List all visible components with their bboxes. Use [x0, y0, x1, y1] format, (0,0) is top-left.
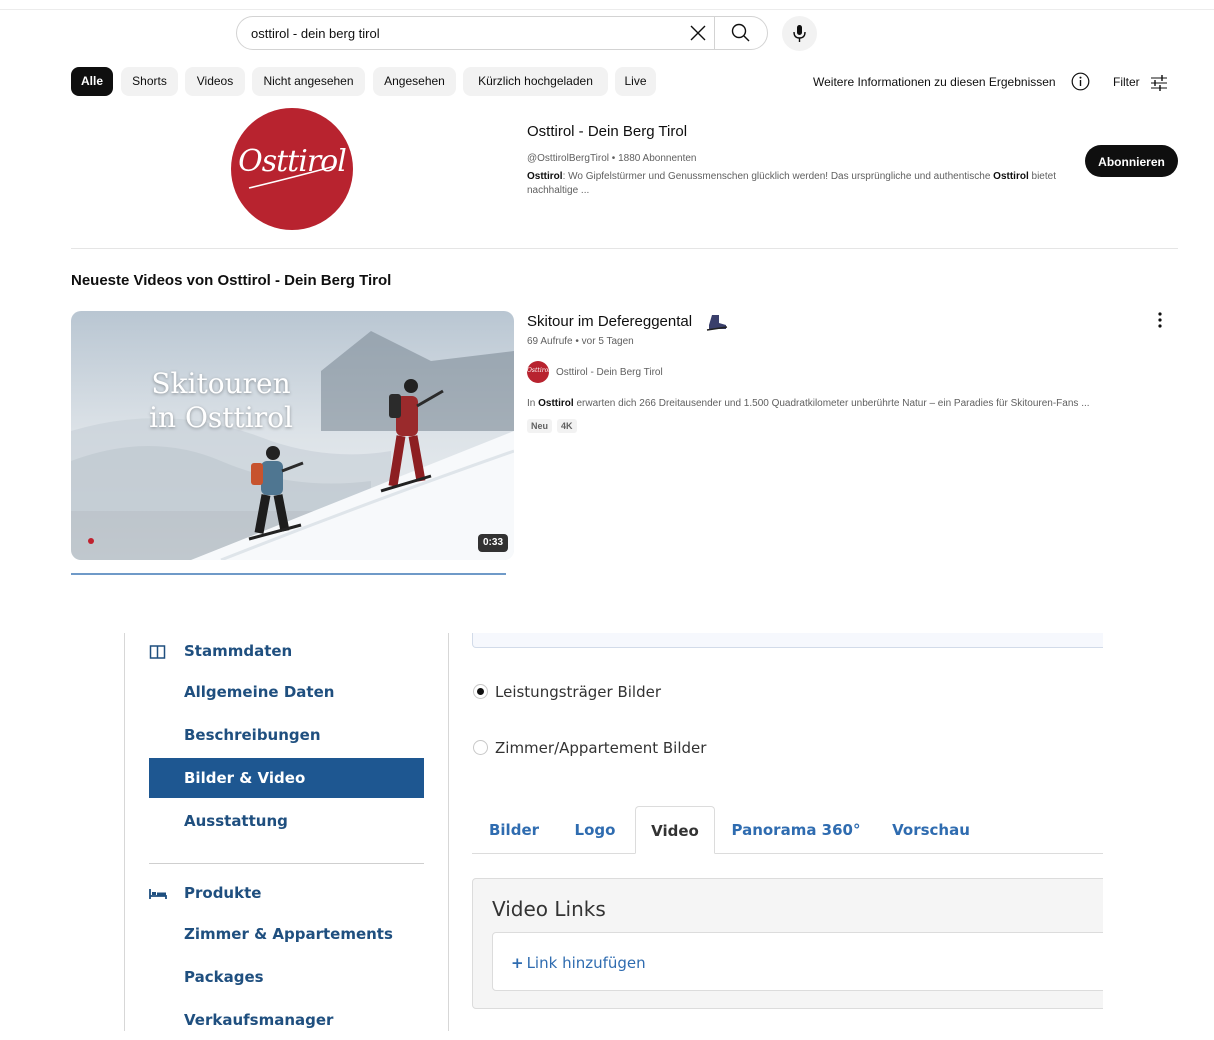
thumbnail-underline	[71, 573, 506, 575]
right-clip	[1103, 620, 1214, 1031]
radio-checked-icon[interactable]	[473, 684, 488, 699]
sidebar-item-packages[interactable]: Packages	[149, 957, 424, 997]
video-meta: 69 Aufrufe • vor 5 Tagen	[527, 336, 634, 347]
video-title[interactable]: Skitour im Defereggental	[527, 313, 692, 330]
chip-shorts[interactable]: Shorts	[121, 67, 178, 96]
video-thumbnail[interactable]: Skitouren in Osttirol	[71, 311, 514, 560]
sidebar-item-bilder-video[interactable]: Bilder & Video	[149, 758, 424, 798]
latest-videos-heading: Neueste Videos von Osttirol - Dein Berg …	[71, 272, 392, 289]
tab-panorama-360[interactable]: Panorama 360°	[726, 806, 866, 854]
chip-live[interactable]: Live	[615, 67, 656, 96]
channel-avatar[interactable]: Osttirol	[231, 108, 353, 230]
magnifier-icon[interactable]	[728, 20, 754, 46]
tab-video[interactable]: Video	[635, 806, 715, 854]
chip-kuerzlich-hochgeladen[interactable]: Kürzlich hochgeladen	[463, 67, 608, 96]
sliders-icon[interactable]	[1150, 73, 1168, 91]
channel-logo-text: Osttirol	[238, 144, 347, 179]
radio-unchecked-icon[interactable]	[473, 740, 488, 755]
chip-alle[interactable]: Alle	[71, 67, 113, 96]
section-divider	[71, 248, 1178, 249]
group-produkte: Produkte	[184, 884, 262, 902]
sidebar-border-right	[448, 633, 449, 1031]
columns-icon	[149, 644, 167, 660]
filter-button[interactable]: Filter	[1113, 75, 1140, 89]
sidebar-item-verkaufsmanager[interactable]: Verkaufsmanager	[149, 1000, 424, 1040]
chip-nicht-angesehen[interactable]: Nicht angesehen	[252, 67, 365, 96]
plus-icon: +	[511, 954, 524, 972]
chip-videos[interactable]: Videos	[185, 67, 245, 96]
sidebar-item-zimmer-appartements[interactable]: Zimmer & Appartements	[149, 914, 424, 954]
info-box	[472, 633, 1114, 648]
tab-vorschau[interactable]: Vorschau	[884, 806, 978, 854]
video-description: In Osttirol erwarten dich 266 Dreitausen…	[527, 398, 1090, 409]
badge-new: Neu	[527, 419, 553, 433]
sidebar-item-beschreibungen[interactable]: Beschreibungen	[149, 715, 424, 755]
channel-meta: @OsttirolBergTirol • 1880 Abonnenten	[527, 153, 697, 164]
video-links-title: Video Links	[492, 897, 606, 921]
top-divider	[0, 9, 1214, 10]
info-icon[interactable]	[1071, 72, 1090, 91]
more-info-link[interactable]: Weitere Informationen zu diesen Ergebnis…	[813, 75, 1056, 89]
tab-logo[interactable]: Logo	[562, 806, 628, 854]
bed-icon	[149, 886, 167, 902]
video-channel-avatar[interactable]: Osttirol	[527, 361, 550, 383]
sidebar-divider	[149, 863, 424, 864]
search-box[interactable]	[236, 16, 768, 50]
group-stammdaten: Stammdaten	[184, 642, 293, 660]
video-links-panel: Video Links + Link hinzufügen	[472, 878, 1117, 1009]
search-divider	[714, 17, 715, 49]
chip-angesehen[interactable]: Angesehen	[373, 67, 456, 96]
microphone-icon[interactable]	[782, 16, 817, 51]
thumbnail-caption: Skitouren in Osttirol	[149, 367, 293, 434]
channel-name[interactable]: Osttirol - Dein Berg Tirol	[527, 123, 687, 140]
tab-bilder[interactable]: Bilder	[478, 806, 550, 854]
subscribe-button[interactable]: Abonnieren	[1085, 145, 1178, 177]
badge-4k: 4K	[557, 419, 577, 433]
ski-boot-icon	[706, 313, 728, 331]
sidebar-border-left	[124, 633, 125, 1031]
more-actions-icon[interactable]	[1153, 311, 1167, 329]
search-input[interactable]	[251, 23, 671, 43]
close-icon[interactable]	[686, 21, 710, 45]
channel-description: Osttirol: Wo Gipfelstürmer und Genussmen…	[527, 171, 1056, 196]
add-link-button[interactable]: + Link hinzufügen	[511, 954, 646, 972]
video-channel-name[interactable]: Osttirol - Dein Berg Tirol	[556, 367, 663, 378]
sidebar-item-ausstattung[interactable]: Ausstattung	[149, 801, 424, 841]
link-box: + Link hinzufügen	[492, 932, 1117, 991]
sidebar-item-allgemeine-daten[interactable]: Allgemeine Daten	[149, 672, 424, 712]
video-duration: 0:33	[478, 534, 508, 552]
